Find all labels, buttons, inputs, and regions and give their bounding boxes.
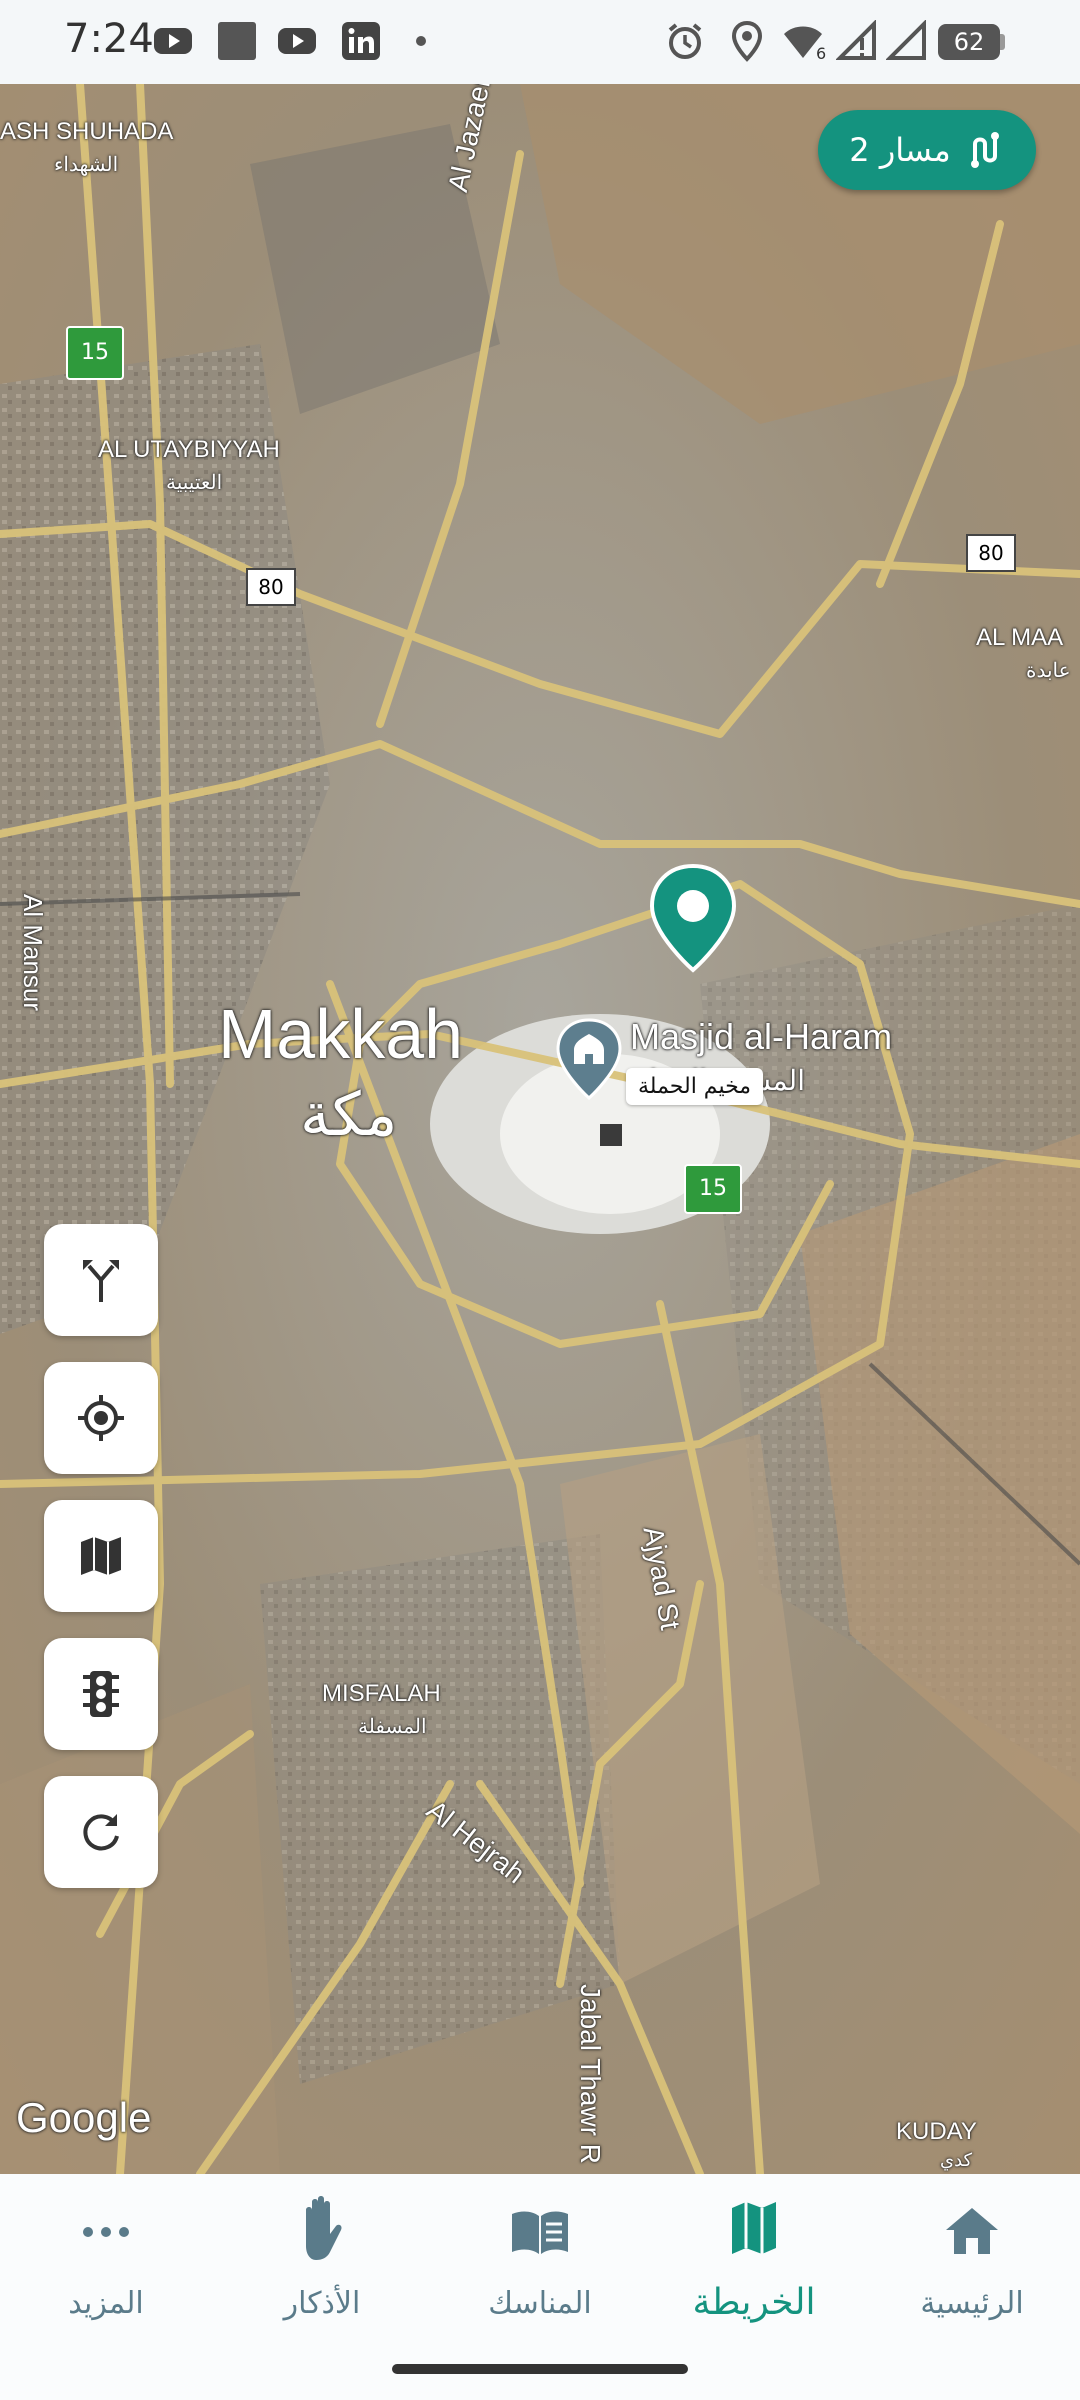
area-label-shuhada: ASH SHUHADA <box>0 118 174 145</box>
location-icon <box>731 20 763 62</box>
area-label-maabdah-ar: عابدة <box>1026 660 1071 682</box>
traffic-button[interactable] <box>44 1638 158 1750</box>
crosshair-icon <box>78 1395 124 1441</box>
battery-tip <box>1000 34 1005 50</box>
traffic-light-icon <box>83 1671 119 1717</box>
status-bar: 7:24 6 62 <box>0 0 1080 84</box>
nav-label: الخريطة <box>692 2282 816 2323</box>
battery-icon: 62 <box>938 24 1000 60</box>
hand-icon <box>306 2196 342 2260</box>
map-icon <box>732 2202 776 2254</box>
home-icon <box>946 2208 998 2254</box>
refresh-icon <box>83 1814 119 1851</box>
battery-level: 62 <box>953 28 985 56</box>
road-number: 80 <box>978 541 1004 565</box>
road-number: 15 <box>81 340 109 365</box>
road-number: 15 <box>699 1176 727 1201</box>
nav-item-adhkar[interactable]: الأذكار <box>222 2194 422 2344</box>
road-shield-15: 15 <box>684 1164 742 1214</box>
nav-label: المزيد <box>68 2286 144 2321</box>
book-icon <box>512 2211 568 2254</box>
area-label-maabdah: AL MAA <box>976 624 1064 651</box>
linkedin-icon <box>342 22 380 60</box>
nav-item-map[interactable]: الخريطة <box>654 2194 854 2344</box>
route-icon <box>970 132 999 168</box>
signal-icon <box>836 20 876 60</box>
directions-button[interactable] <box>44 1224 158 1336</box>
city-label-makkah-ar: مكة <box>300 1081 398 1148</box>
nav-item-more[interactable]: المزيد <box>6 2194 206 2344</box>
signal-badge: 6 <box>816 44 827 63</box>
road-label-al-mansur: Al Mansur <box>18 894 48 1012</box>
nav-label: المناسك <box>488 2286 592 2321</box>
pin-label: مخيم الحملة <box>626 1068 764 1105</box>
area-label-utaybiyyah: AL UTAYBIYYAH <box>98 436 280 463</box>
road-shield-80: 80 <box>246 568 296 606</box>
area-label-shuhada-ar: الشهداء <box>54 154 119 176</box>
nav-label: الأذكار <box>283 2286 361 2321</box>
gesture-bar[interactable] <box>392 2364 688 2374</box>
area-label-kuday-ar: كدي <box>940 2150 973 2170</box>
map-icon <box>81 1537 121 1575</box>
nav-item-manasik[interactable]: المناسك <box>440 2194 640 2344</box>
area-label-misfalah-ar: المسفلة <box>358 1716 427 1738</box>
nav-label: الرئيسية <box>920 2286 1024 2321</box>
alarm-icon <box>668 23 702 59</box>
city-label-makkah: Makkah <box>218 995 464 1073</box>
nav-item-home[interactable]: الرئيسية <box>872 2194 1072 2344</box>
satellite-map <box>0 84 1080 2174</box>
destination-pin-icon[interactable] <box>646 862 740 974</box>
poi-label-haram: Masjid al-Haram <box>630 1016 893 1057</box>
road-number: 80 <box>258 575 284 599</box>
road-shield-80: 80 <box>966 534 1016 572</box>
app-square-icon <box>218 22 256 60</box>
signal-icon <box>886 20 926 60</box>
road-label-jabal-thawr: Jabal Thawr R <box>575 1984 606 2165</box>
youtube-icon <box>278 28 316 54</box>
routes-button-label: 2 مسار <box>849 131 951 169</box>
road-shield-15: 15 <box>66 326 124 380</box>
area-label-kuday: KUDAY <box>896 2118 977 2145</box>
map-layers-button[interactable] <box>44 1500 158 1612</box>
dot-icon <box>416 36 426 46</box>
mosque-marker-icon[interactable] <box>554 1018 624 1100</box>
youtube-icon <box>154 28 192 54</box>
fork-arrow-icon <box>83 1260 119 1302</box>
area-label-utaybiyyah-ar: العتيبية <box>166 472 223 494</box>
google-logo: Google <box>16 2094 152 2141</box>
routes-button[interactable]: 2 مسار <box>818 110 1036 190</box>
status-time: 7:24 <box>64 16 154 62</box>
area-label-misfalah: MISFALAH <box>322 1680 441 1707</box>
map-view[interactable]: 80 80 15 15 ASH SHUHADA الشهداء AL UTAYB… <box>0 84 1080 2174</box>
my-location-button[interactable] <box>44 1362 158 1474</box>
refresh-button[interactable] <box>44 1776 158 1888</box>
more-icon <box>83 2227 129 2237</box>
